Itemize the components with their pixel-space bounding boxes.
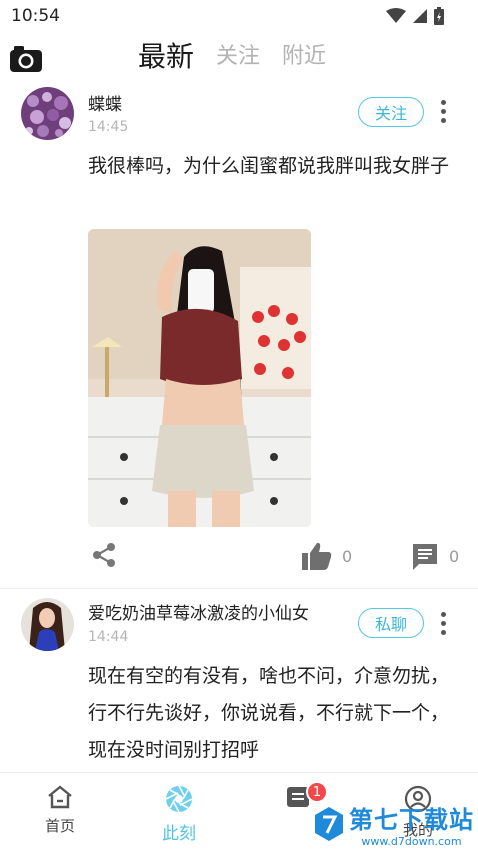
share-icon (93, 543, 115, 567)
more-options-button[interactable] (438, 612, 448, 638)
tab-latest[interactable]: 最新 (138, 40, 194, 74)
tab-following[interactable]: 关注 (216, 40, 260, 74)
more-icon (440, 100, 446, 105)
tab-nearby[interactable]: 附近 (282, 40, 326, 74)
status-icons (386, 7, 444, 25)
watermark-title: 第七下载站 (349, 806, 474, 834)
camera-button[interactable] (10, 44, 42, 72)
follow-button[interactable]: 关注 (358, 97, 424, 127)
share-button[interactable] (92, 542, 116, 568)
nav-moment[interactable]: 此刻 (139, 785, 219, 844)
post-time: 14:45 (88, 119, 129, 135)
comment-button[interactable]: 0 (411, 542, 459, 570)
avatar[interactable] (21, 87, 74, 140)
aperture-icon (165, 785, 193, 813)
like-button[interactable]: 0 (302, 542, 352, 570)
post-text: 我很棒吗，为什么闺蜜都说我胖叫我女胖子 (88, 155, 450, 177)
nav-moment-label: 此刻 (162, 824, 196, 844)
post-card: 蝶蝶 14:45 关注 我很棒吗，为什么闺蜜都说我胖叫我女胖子 0 0 (0, 84, 478, 594)
post-card: 爱吃奶油草莓冰激凌的小仙女 14:44 私聊 现在有空的有没有，啥也不问，介意勿… (0, 596, 478, 772)
like-count: 0 (342, 546, 353, 566)
more-icon (440, 612, 446, 617)
avatar[interactable] (21, 598, 74, 651)
nav-home-label: 首页 (44, 817, 75, 835)
post-username[interactable]: 爱吃奶油草莓冰激凌的小仙女 (88, 599, 309, 624)
post-username[interactable]: 蝶蝶 (88, 90, 122, 115)
thumbs-up-icon (302, 542, 332, 570)
post-text: 现在有空的有没有，啥也不问，介意勿扰，行不行先谈好，你说说看，不行就下一个，现在… (88, 665, 450, 761)
nav-home[interactable]: 首页 (20, 785, 100, 836)
comment-count: 0 (449, 546, 460, 566)
watermark: 第七下载站 www.d7down.com (315, 800, 474, 848)
watermark-url: www.d7down.com (361, 835, 462, 848)
feed-tabs: 最新 关注 附近 (138, 40, 326, 74)
home-icon (48, 785, 72, 809)
wifi-icon (386, 8, 406, 23)
status-time: 10:54 (11, 6, 60, 26)
post-actions: 0 0 (0, 536, 478, 576)
divider (0, 588, 478, 589)
watermark-logo (315, 807, 343, 841)
post-time: 14:44 (88, 629, 129, 645)
comment-icon (413, 544, 437, 570)
status-bar: 10:54 (0, 0, 478, 32)
post-photo[interactable] (88, 229, 311, 527)
top-bar: 最新 关注 附近 (0, 36, 478, 84)
camera-icon (10, 46, 42, 72)
battery-icon (434, 7, 444, 25)
signal-icon (413, 9, 427, 23)
chat-button[interactable]: 私聊 (358, 608, 424, 638)
more-options-button[interactable] (438, 100, 448, 126)
